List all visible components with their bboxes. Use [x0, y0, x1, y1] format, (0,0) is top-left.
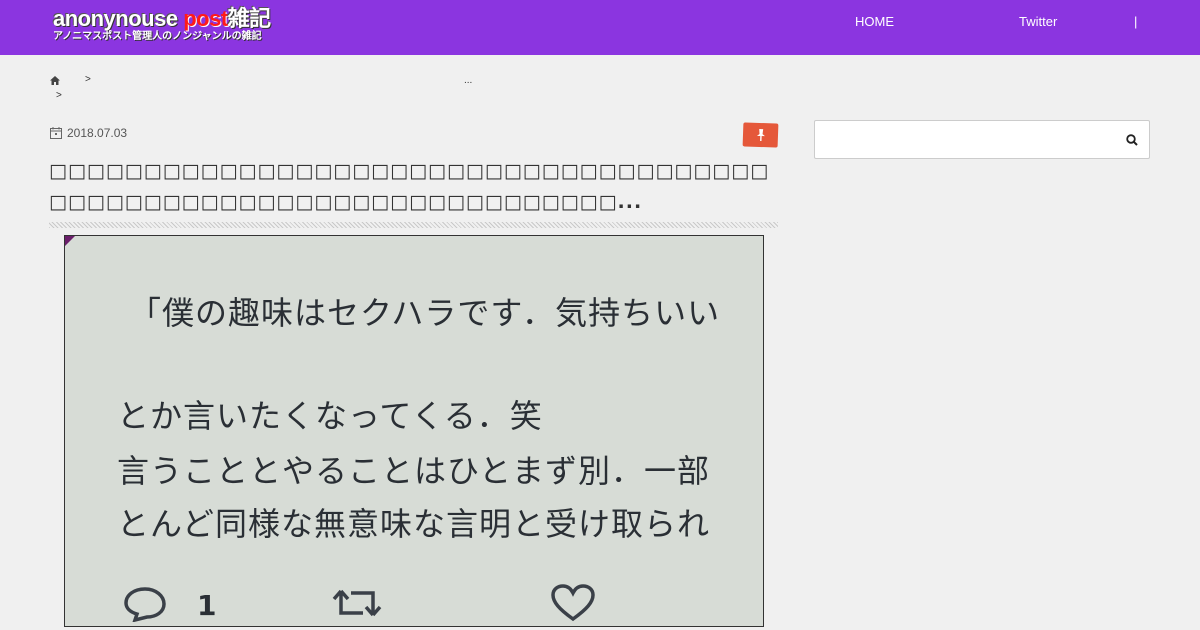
logo-title: anonynouse post雑記 — [53, 6, 271, 31]
breadcrumb-separator: > — [56, 90, 62, 101]
breadcrumb-ellipsis: ... — [464, 75, 473, 86]
image-corner-mark — [65, 236, 75, 246]
search-icon — [1126, 134, 1138, 146]
pin-icon — [756, 128, 765, 142]
image-text-line: 言うこととやることはひとまず別．一部 — [117, 452, 711, 490]
post-date: 2018.07.03 — [50, 125, 127, 141]
nav-twitter[interactable]: Twitter — [1019, 14, 1057, 32]
search-button[interactable] — [1121, 129, 1143, 151]
heart-icon — [551, 584, 595, 622]
breadcrumb-separator: > — [85, 74, 91, 85]
site-header: anonynouse post雑記 アノニマスポスト管理人のノンジャンルの雑記 … — [0, 0, 1200, 55]
tweet-actions: 1 — [65, 581, 763, 622]
reply-count: 1 — [197, 589, 217, 622]
calendar-icon — [50, 127, 62, 139]
search-input[interactable] — [821, 127, 1111, 153]
featured-image: 「僕の趣味はセクハラです．気持ちいい とか言いたくなってくる．笑 言うこととやる… — [64, 235, 764, 627]
nav-separator: | — [1134, 14, 1138, 29]
post-title: □□□□□□□□□□□□□□□□□□□□□□□□□□□□□□□□□□□□□□□□… — [49, 160, 770, 213]
search-widget — [814, 120, 1150, 159]
retweet-icon — [332, 589, 382, 617]
image-text-line: 「僕の趣味はセクハラです．気持ちいい — [129, 294, 721, 332]
reply-icon — [124, 587, 166, 622]
title-divider — [49, 222, 778, 228]
nav-home[interactable]: HOME — [855, 14, 894, 32]
home-icon[interactable] — [50, 76, 60, 85]
category-badge[interactable] — [742, 122, 779, 148]
image-text-line: とんど同様な無意味な言明と受け取られ — [117, 505, 711, 543]
logo-subtitle: アノニマスポスト管理人のノンジャンルの雑記 — [53, 31, 262, 42]
post-date-text: 2018.07.03 — [67, 126, 128, 140]
site-logo[interactable]: anonynouse post雑記 アノニマスポスト管理人のノンジャンルの雑記 — [53, 8, 271, 42]
image-text-line: とか言いたくなってくる．笑 — [117, 397, 543, 435]
